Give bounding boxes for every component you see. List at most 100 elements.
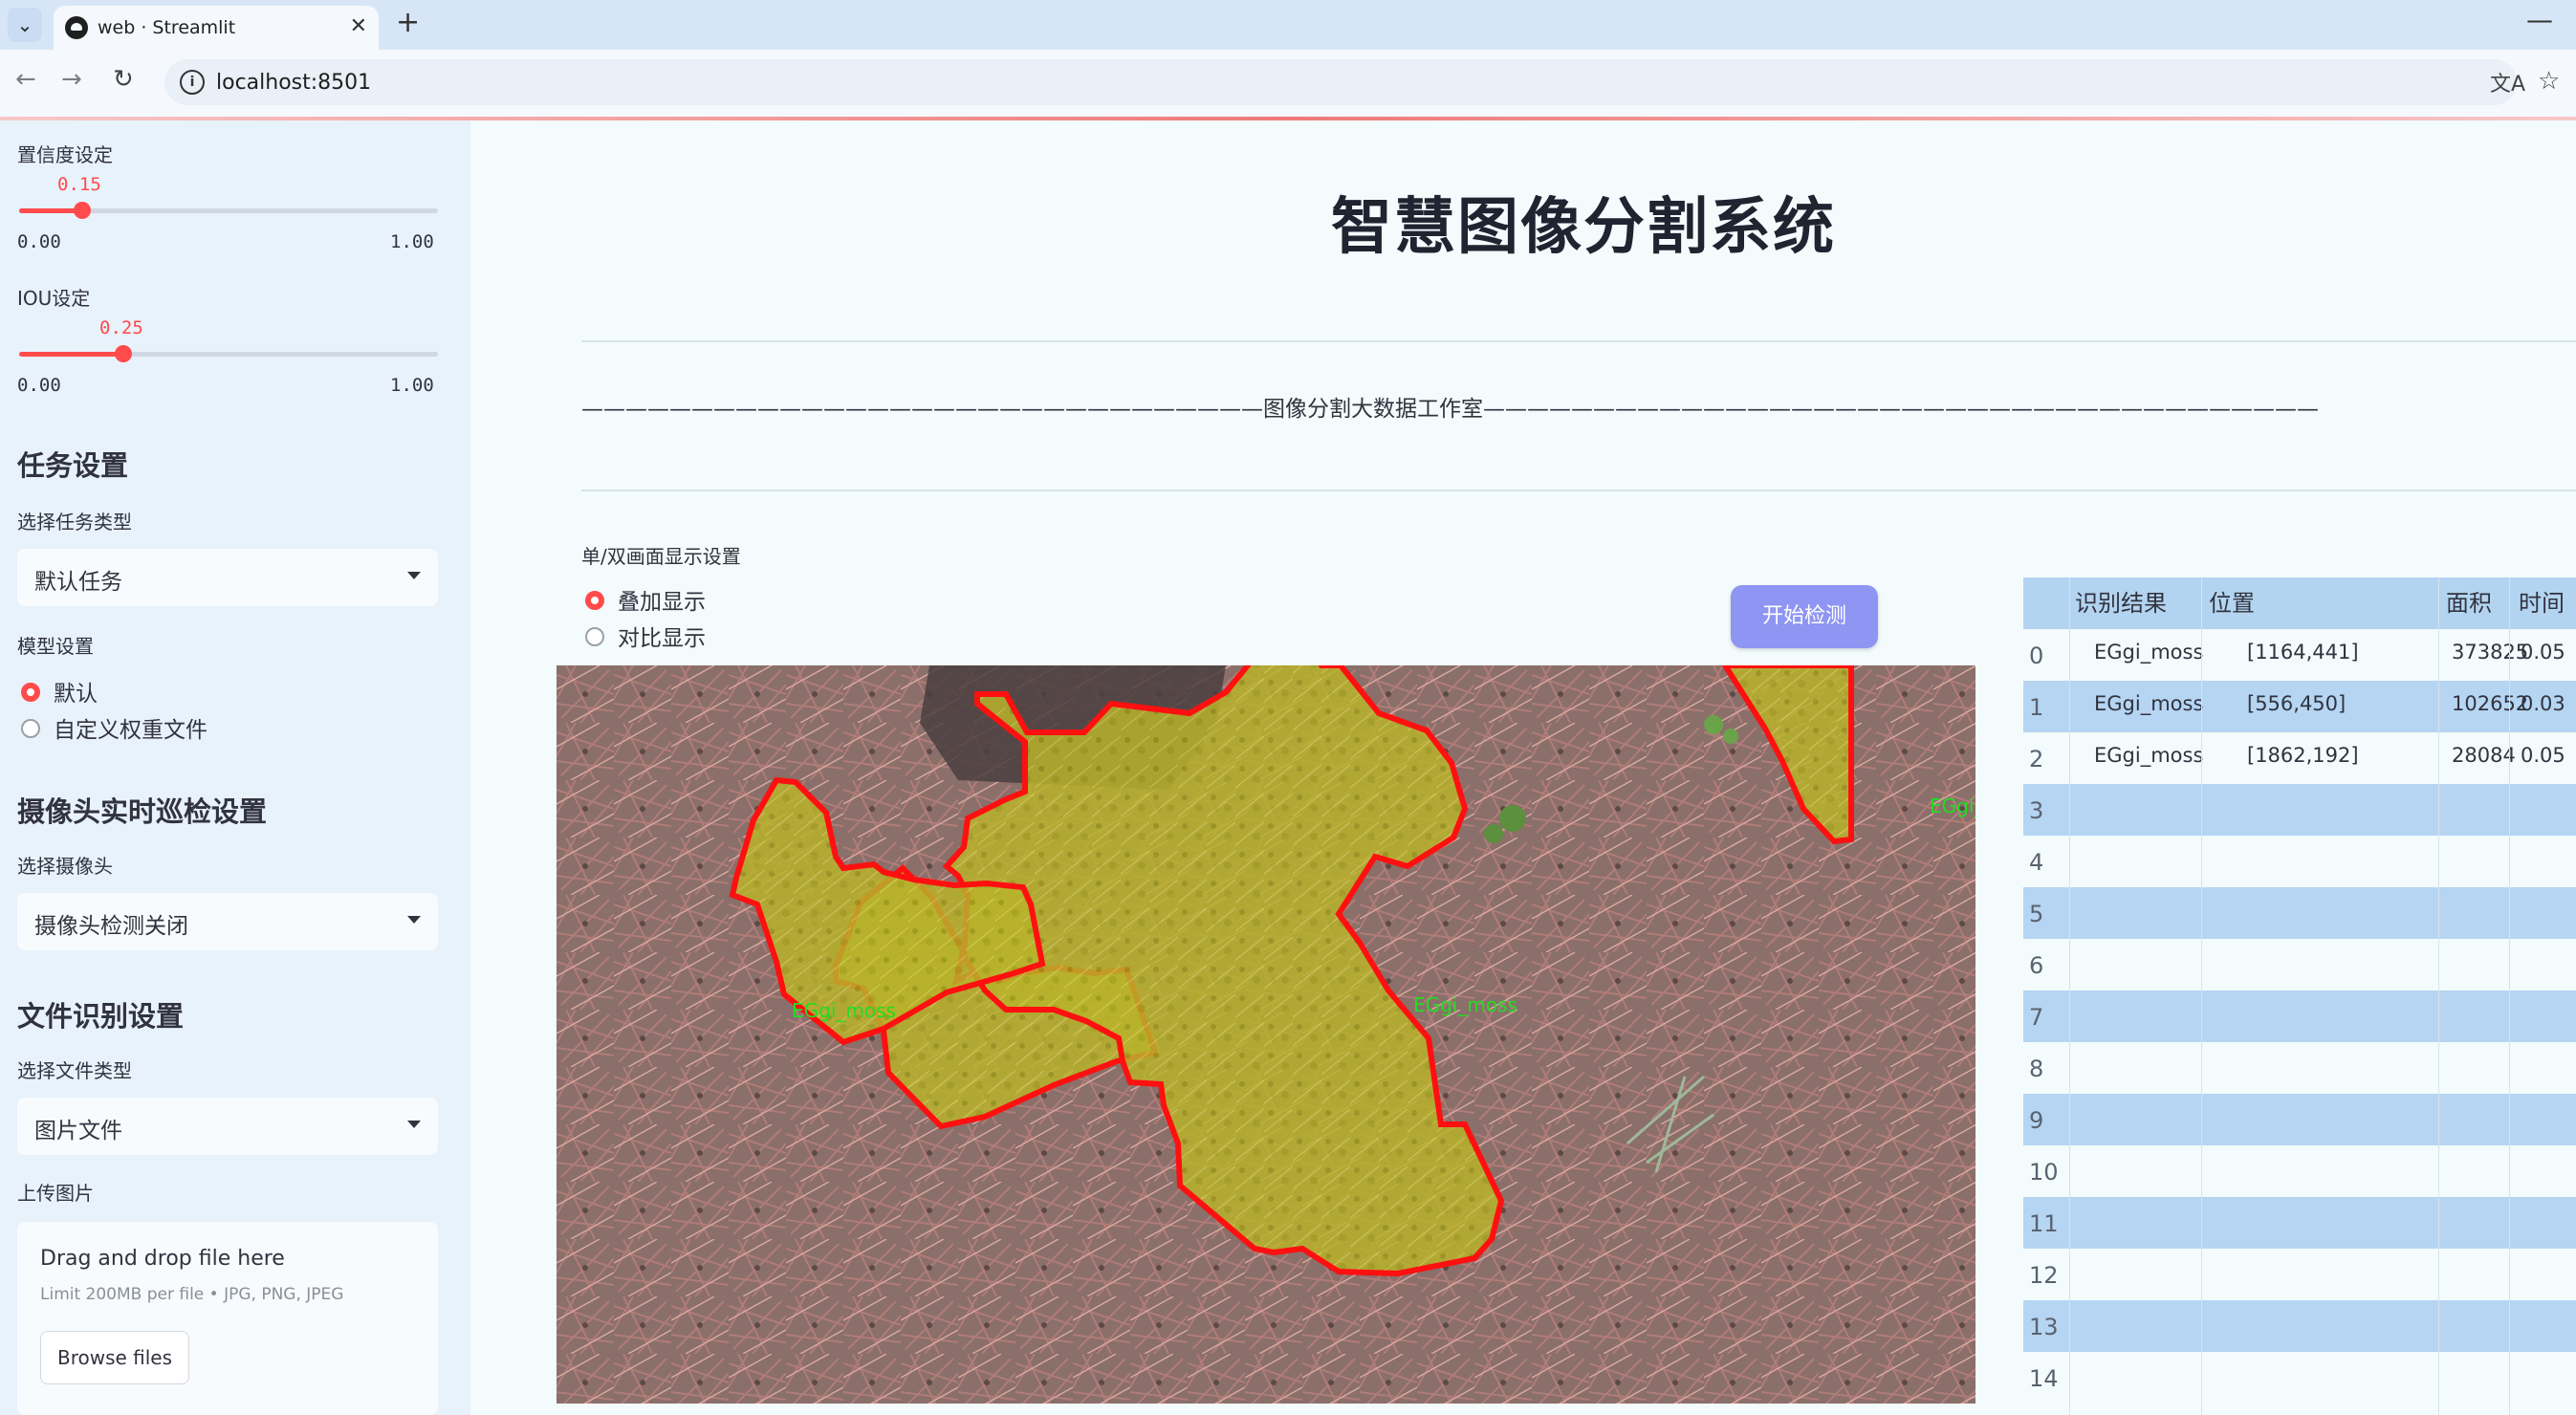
- row-index: 12: [2029, 1262, 2059, 1289]
- page-title: 智慧图像分割系统: [1331, 192, 1836, 263]
- star-icon[interactable]: ☆: [2538, 67, 2560, 96]
- reload-icon[interactable]: ↻: [113, 65, 134, 94]
- table-row[interactable]: 8: [2023, 1042, 2576, 1094]
- row-index: 8: [2029, 1056, 2044, 1082]
- divider: [581, 490, 2576, 491]
- dropzone-title: Drag and drop file here: [40, 1247, 285, 1271]
- cell-result: EGgi_moss: [2094, 641, 2204, 664]
- column-divider: [2438, 577, 2439, 1415]
- column-header-position[interactable]: 位置: [2209, 577, 2255, 629]
- display-option-overlay[interactable]: 叠加显示: [618, 583, 706, 616]
- row-index: 10: [2029, 1159, 2059, 1186]
- row-index: 6: [2029, 952, 2044, 979]
- close-icon[interactable]: ✕: [350, 14, 367, 38]
- model-radio-default[interactable]: [21, 683, 40, 702]
- table-row[interactable]: 12: [2023, 1249, 2576, 1300]
- row-index: 0: [2029, 642, 2044, 669]
- browse-files-button[interactable]: Browse files: [40, 1331, 189, 1384]
- detection-label: EGgi_moss: [1413, 993, 1517, 1016]
- row-index: 9: [2029, 1107, 2044, 1134]
- tab-search-chevron-icon[interactable]: ⌄: [8, 8, 42, 42]
- row-index: 4: [2029, 849, 2044, 876]
- model-radio-custom[interactable]: [21, 719, 40, 738]
- browser-tab[interactable]: web · Streamlit ✕: [54, 6, 379, 50]
- table-row[interactable]: 5: [2023, 887, 2576, 939]
- sidebar: 置信度设定 0.15 0.00 1.00 IOU设定 0.25 0.00 1.0…: [0, 120, 470, 1415]
- model-label: 模型设置: [17, 635, 94, 658]
- table-row[interactable]: 0 EGgi_moss [1164,441] 373825 0.05: [2023, 629, 2576, 681]
- row-index: 2: [2029, 746, 2044, 773]
- cell-time: 0.05: [2521, 744, 2565, 767]
- start-detection-button[interactable]: 开始检测: [1731, 585, 1878, 648]
- table-row[interactable]: 7: [2023, 990, 2576, 1042]
- confidence-value: 0.15: [57, 174, 101, 195]
- column-header-area[interactable]: 面积: [2446, 577, 2492, 629]
- column-divider: [2069, 577, 2070, 1415]
- camera-select[interactable]: 摄像头检测关闭: [17, 893, 438, 950]
- display-radio-compare[interactable]: [585, 627, 604, 646]
- cell-area: 373825: [2452, 641, 2529, 664]
- cell-result: EGgi_moss: [2094, 692, 2204, 715]
- browser-tab-bar: ⌄ web · Streamlit ✕ + —: [0, 0, 2576, 50]
- display-option-compare[interactable]: 对比显示: [618, 620, 706, 652]
- row-index: 11: [2029, 1210, 2059, 1237]
- table-row[interactable]: 14: [2023, 1352, 2576, 1404]
- chevron-down-icon: [407, 572, 421, 579]
- table-row[interactable]: 13: [2023, 1300, 2576, 1352]
- iou-min: 0.00: [17, 375, 61, 396]
- task-type-select[interactable]: 默认任务: [17, 549, 438, 606]
- back-arrow-icon[interactable]: ←: [15, 65, 36, 94]
- upload-label: 上传图片: [17, 1182, 94, 1205]
- task-type-label: 选择任务类型: [17, 511, 132, 533]
- cell-area: 102652: [2452, 692, 2529, 715]
- table-row[interactable]: 6: [2023, 939, 2576, 990]
- info-icon[interactable]: i: [180, 70, 205, 95]
- table-row[interactable]: 9: [2023, 1094, 2576, 1145]
- display-radio-overlay[interactable]: [585, 591, 604, 610]
- table-row[interactable]: 2 EGgi_moss [1862,192] 28084 0.05: [2023, 732, 2576, 784]
- file-dropzone[interactable]: Drag and drop file here Limit 200MB per …: [17, 1222, 438, 1415]
- translate-icon[interactable]: 文A: [2490, 67, 2525, 98]
- plus-icon[interactable]: +: [396, 6, 420, 39]
- column-header-result[interactable]: 识别结果: [2075, 577, 2167, 629]
- confidence-slider[interactable]: [19, 202, 438, 219]
- model-option-custom[interactable]: 自定义权重文件: [54, 711, 207, 744]
- row-index: 14: [2029, 1365, 2059, 1392]
- display-mode-label: 单/双画面显示设置: [581, 545, 741, 568]
- file-type-label: 选择文件类型: [17, 1059, 132, 1082]
- confidence-max: 1.00: [390, 231, 434, 252]
- url-text: localhost:8501: [216, 71, 372, 95]
- confidence-slider-handle[interactable]: [74, 202, 91, 219]
- streamlit-favicon-icon: [65, 16, 88, 39]
- cell-result: EGgi_moss: [2094, 744, 2204, 767]
- url-field[interactable]: i localhost:8501: [164, 59, 2517, 105]
- iou-label: IOU设定: [17, 287, 91, 310]
- dropzone-limit: Limit 200MB per file • JPG, PNG, JPEG: [40, 1285, 344, 1304]
- chevron-down-icon: [407, 1121, 421, 1128]
- results-table[interactable]: 识别结果 位置 面积 时间 0 EGgi_moss [1164,441] 373825…: [2023, 577, 2576, 1415]
- task-heading: 任务设置: [17, 449, 129, 482]
- iou-max: 1.00: [390, 375, 434, 396]
- file-heading: 文件识别设置: [17, 1000, 185, 1033]
- table-row[interactable]: 11: [2023, 1197, 2576, 1249]
- table-row[interactable]: 4: [2023, 836, 2576, 887]
- tab-title: web · Streamlit: [98, 17, 236, 38]
- table-row[interactable]: 10: [2023, 1145, 2576, 1197]
- row-index: 7: [2029, 1004, 2044, 1031]
- camera-value: 摄像头检测关闭: [34, 914, 188, 939]
- table-row[interactable]: 3: [2023, 784, 2576, 836]
- iou-slider-handle[interactable]: [115, 345, 132, 362]
- row-index: 3: [2029, 797, 2044, 824]
- column-divider: [2201, 577, 2202, 1415]
- file-type-select[interactable]: 图片文件: [17, 1098, 438, 1155]
- iou-value: 0.25: [99, 317, 143, 338]
- forward-arrow-icon[interactable]: →: [61, 65, 82, 94]
- column-header-time[interactable]: 时间: [2519, 577, 2565, 629]
- model-option-default[interactable]: 默认: [54, 675, 98, 708]
- detection-label: EGgi_moss: [792, 999, 896, 1022]
- detection-label: EGgi_moss: [1930, 795, 1976, 817]
- iou-slider[interactable]: [19, 345, 438, 362]
- table-row[interactable]: 1 EGgi_moss [556,450] 102652 0.03: [2023, 681, 2576, 732]
- minimize-icon[interactable]: —: [2526, 4, 2553, 35]
- cell-position: [1862,192]: [2247, 744, 2359, 767]
